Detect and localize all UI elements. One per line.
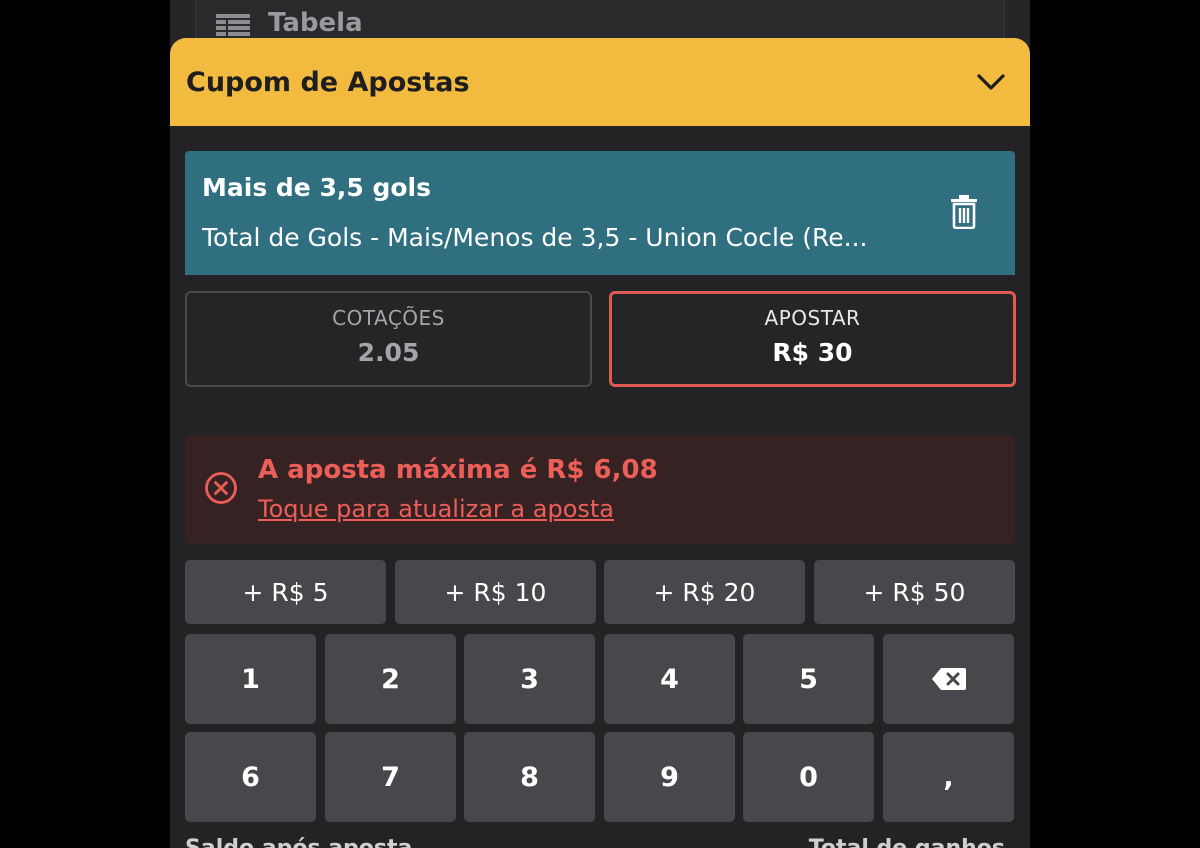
key-5[interactable]: 5	[743, 634, 874, 724]
trash-icon[interactable]	[949, 195, 979, 229]
selection-title: Mais de 3,5 gols	[202, 173, 431, 202]
key-1[interactable]: 1	[185, 634, 316, 724]
key-0[interactable]: 0	[743, 732, 874, 822]
key-2[interactable]: 2	[325, 634, 456, 724]
key-8[interactable]: 8	[464, 732, 595, 822]
error-message: A aposta máxima é R$ 6,08	[258, 455, 658, 485]
key-9[interactable]: 9	[604, 732, 735, 822]
backspace-icon	[931, 668, 966, 690]
odds-label: COTAÇÕES	[332, 306, 445, 330]
odds-value: 2.05	[357, 338, 420, 367]
table-icon	[216, 14, 250, 36]
selection-description: Total de Gols - Mais/Menos de 3,5 - Unio…	[202, 223, 868, 252]
backspace-button[interactable]	[883, 634, 1014, 724]
app-container: Tabela Cupom de Apostas Mais de 3,5 gols…	[170, 0, 1030, 848]
quick-add-20-button[interactable]: + R$ 20	[604, 560, 805, 624]
key-7[interactable]: 7	[325, 732, 456, 822]
stake-value: R$ 30	[772, 338, 853, 367]
key-4[interactable]: 4	[604, 634, 735, 724]
update-stake-link[interactable]: Toque para atualizar a aposta	[258, 495, 614, 523]
sheet-title: Cupom de Apostas	[186, 66, 470, 98]
balance-after-bet-label: Saldo após aposta	[185, 836, 412, 848]
key-3[interactable]: 3	[464, 634, 595, 724]
chevron-down-icon[interactable]	[974, 65, 1008, 99]
background-label: Tabela	[268, 8, 363, 38]
quick-add-50-button[interactable]: + R$ 50	[814, 560, 1015, 624]
stake-input[interactable]: APOSTAR R$ 30	[609, 291, 1016, 387]
odds-box: COTAÇÕES 2.05	[185, 291, 592, 387]
selection-card: Mais de 3,5 gols Total de Gols - Mais/Me…	[185, 151, 1015, 275]
bet-slip-sheet: Cupom de Apostas Mais de 3,5 gols Total …	[170, 38, 1030, 848]
key-6[interactable]: 6	[185, 732, 316, 822]
quick-add-10-button[interactable]: + R$ 10	[395, 560, 596, 624]
stake-label: APOSTAR	[764, 306, 861, 330]
sheet-header: Cupom de Apostas	[170, 38, 1030, 126]
key-comma[interactable]: ,	[883, 732, 1014, 822]
max-stake-error: A aposta máxima é R$ 6,08 Toque para atu…	[185, 435, 1015, 544]
total-winnings-label: Total de ganhos	[809, 836, 1005, 848]
close-circle-icon	[205, 472, 237, 504]
quick-add-5-button[interactable]: + R$ 5	[185, 560, 386, 624]
